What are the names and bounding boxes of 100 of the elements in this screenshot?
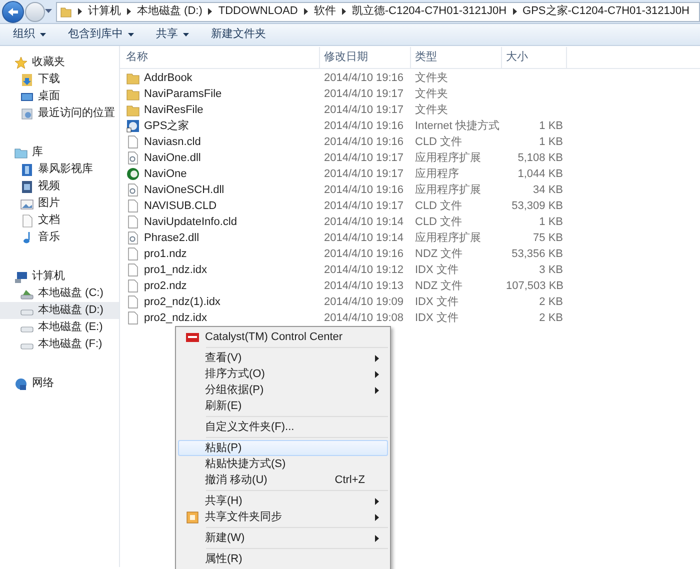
type-cell-text: 文件夹 [414, 86, 449, 102]
menu-item[interactable]: 粘贴(P) [178, 440, 388, 456]
size-cell: 3 KB [539, 264, 563, 276]
type-cell-text: NDZ 文件 [414, 246, 464, 262]
sidebar-header[interactable]: 网络 [0, 375, 119, 392]
file-row[interactable]: pro1_ndz.idx 2014/4/10 19:12 IDX 文件 3 KB [120, 262, 700, 278]
breadcrumb-item[interactable]: 软件 [314, 3, 336, 20]
file-row[interactable]: NaviParamsFile 2014/4/10 19:17 文件夹 [120, 86, 700, 102]
menu-item[interactable]: 分组依据(P) [178, 382, 388, 398]
size-cell: 107,503 KB [506, 280, 564, 292]
menu-item[interactable]: 撤消 移动(U) Ctrl+Z [178, 472, 388, 488]
sidebar-item[interactable]: 音乐 [0, 229, 119, 246]
size-cell: 1 KB [539, 120, 563, 132]
file-row[interactable]: NaviResFile 2014/4/10 19:17 文件夹 [120, 102, 700, 118]
sidebar-item[interactable]: 本地磁盘 (E:) [0, 319, 119, 336]
file-row[interactable]: pro2.ndz 2014/4/10 19:13 NDZ 文件 107,503 KB [120, 278, 700, 294]
column-header[interactable]: 修改日期 [320, 47, 411, 68]
file-row[interactable]: NaviOneSCH.dll 2014/4/10 19:16 应用程序扩展 34 KB [120, 182, 700, 198]
breadcrumb-item[interactable]: 本地磁盘 (D:) [137, 3, 202, 20]
column-header[interactable]: 大小 [502, 47, 567, 68]
date-cell-text: 2014/4/10 19:12 [323, 262, 405, 278]
sidebar-item[interactable]: 本地磁盘 (F:) [0, 336, 119, 353]
file-name: NaviOneSCH.dll [144, 182, 224, 198]
toolbar-button[interactable]: 组织 [8, 26, 51, 44]
caret-icon [128, 32, 134, 36]
file-row[interactable]: GPS之家 2014/4/10 19:16 Internet 快捷方式 1 KB [120, 118, 700, 134]
file-row[interactable]: Naviasn.cld 2014/4/10 19:16 CLD 文件 1 KB [120, 134, 700, 150]
file-icon [126, 215, 140, 229]
sidebar-item[interactable]: 桌面 [0, 88, 119, 105]
sidebar-header[interactable]: 计算机 [0, 268, 119, 285]
column-header[interactable]: 名称 [120, 47, 320, 68]
gear-file-icon [126, 183, 140, 197]
file-name: NAVISUB.CLD [144, 198, 217, 214]
date-cell-text: 2014/4/10 19:16 [323, 70, 405, 86]
sidebar-item[interactable]: 下载 [0, 71, 119, 88]
file-name: Naviasn.cld [144, 134, 201, 150]
column-header[interactable]: 类型 [411, 47, 502, 68]
breadcrumb-item[interactable]: TDDOWNLOAD [218, 3, 298, 20]
globe-icon [126, 119, 140, 133]
file-name: pro2_ndz.idx [144, 310, 207, 326]
menu-item[interactable]: 排序方式(O) [178, 366, 388, 382]
toolbar-button[interactable]: 新建文件夹 [206, 26, 271, 44]
file-icon [126, 263, 140, 277]
file-name: NaviOne [144, 166, 187, 182]
file-row[interactable]: NaviOne.dll 2014/4/10 19:17 应用程序扩展 5,108 KB [120, 150, 700, 166]
sidebar-item[interactable]: 文档 [0, 212, 119, 229]
type-cell-text: IDX 文件 [414, 294, 460, 310]
menu-item[interactable]: 新建(W) [178, 530, 388, 546]
file-row[interactable]: pro2_ndz(1).idx 2014/4/10 19:09 IDX 文件 2 KB [120, 294, 700, 310]
submenu-arrow-icon [375, 514, 379, 520]
sidebar-header[interactable]: 收藏夹 [0, 54, 119, 71]
breadcrumb-item[interactable]: 计算机 [88, 3, 121, 20]
folder-icon [126, 87, 140, 101]
menu-item[interactable]: 共享文件夹同步 [178, 509, 388, 525]
file-row[interactable]: pro2_ndz.idx 2014/4/10 19:08 IDX 文件 2 KB [120, 310, 700, 326]
menu-item[interactable]: 共享(H) [178, 493, 388, 509]
menu-item[interactable]: 自定义文件夹(F)... [178, 419, 388, 435]
folder-icon [126, 103, 140, 117]
sidebar-item[interactable]: 本地磁盘 (D:) [0, 302, 119, 319]
type-cell-text: CLD 文件 [414, 134, 464, 150]
file-icon [126, 311, 140, 325]
file-row[interactable]: Phrase2.dll 2014/4/10 19:14 应用程序扩展 75 KB [120, 230, 700, 246]
menu-item[interactable]: Catalyst(TM) Control Center [178, 329, 388, 345]
sidebar-header[interactable]: 库 [0, 144, 119, 161]
type-cell-text: CLD 文件 [414, 214, 464, 230]
file-name: NaviUpdateInfo.cld [144, 214, 237, 230]
address-field[interactable]: 计算机 本地磁盘 (D:) TDDOWNLOAD 软件 凯立德-C1204-C7H01-3121J0H GPS之家-C1204-C7H01-3121J0H [56, 2, 700, 22]
back-button[interactable] [2, 0, 24, 22]
file-row[interactable]: NaviOne 2014/4/10 19:17 应用程序 1,044 KB [120, 166, 700, 182]
sidebar-item[interactable]: 暴风影视库 [0, 161, 119, 178]
file-row[interactable]: pro1.ndz 2014/4/10 19:16 NDZ 文件 53,356 KB [120, 246, 700, 262]
sidebar-item[interactable]: 本地磁盘 (C:) [0, 285, 119, 302]
file-row[interactable]: NaviUpdateInfo.cld 2014/4/10 19:14 CLD 文件 1 KB [120, 214, 700, 230]
toolbar-button[interactable]: 共享 [151, 26, 194, 44]
date-cell-text: 2014/4/10 19:17 [323, 86, 405, 102]
breadcrumb-item[interactable]: 凯立德-C1204-C7H01-3121J0H [352, 3, 507, 20]
menu-item[interactable]: 查看(V) [178, 350, 388, 366]
file-name: pro1_ndz.idx [144, 262, 207, 278]
submenu-arrow-icon [375, 370, 379, 378]
type-cell-text: 应用程序扩展 [414, 182, 482, 198]
menu-item[interactable]: 属性(R) [178, 551, 388, 567]
type-cell-text: Internet 快捷方式 [414, 118, 500, 134]
toolbar-button[interactable]: 包含到库中 [63, 26, 139, 44]
size-cell: 1 KB [539, 216, 563, 228]
file-row[interactable]: NAVISUB.CLD 2014/4/10 19:17 CLD 文件 53,309 KB [120, 198, 700, 214]
date-cell-text: 2014/4/10 19:17 [323, 102, 405, 118]
menu-item[interactable]: 粘贴快捷方式(S) [178, 456, 388, 472]
sync-icon [186, 510, 198, 524]
date-cell-text: 2014/4/10 19:16 [323, 182, 405, 198]
menu-item[interactable]: 刷新(E) [178, 398, 388, 414]
breadcrumb-item[interactable]: GPS之家-C1204-C7H01-3121J0H [522, 3, 690, 20]
type-cell-text: IDX 文件 [414, 310, 460, 326]
file-name: GPS之家 [144, 118, 190, 134]
sidebar-item[interactable]: 图片 [0, 195, 119, 212]
type-cell-text: 应用程序扩展 [414, 150, 482, 166]
gear-file-icon [126, 231, 140, 245]
file-row[interactable]: AddrBook 2014/4/10 19:16 文件夹 [120, 70, 700, 86]
sidebar-item[interactable]: 视频 [0, 178, 119, 195]
sidebar-item[interactable]: 最近访问的位置 [0, 105, 119, 122]
recent-places-icon [20, 106, 34, 120]
